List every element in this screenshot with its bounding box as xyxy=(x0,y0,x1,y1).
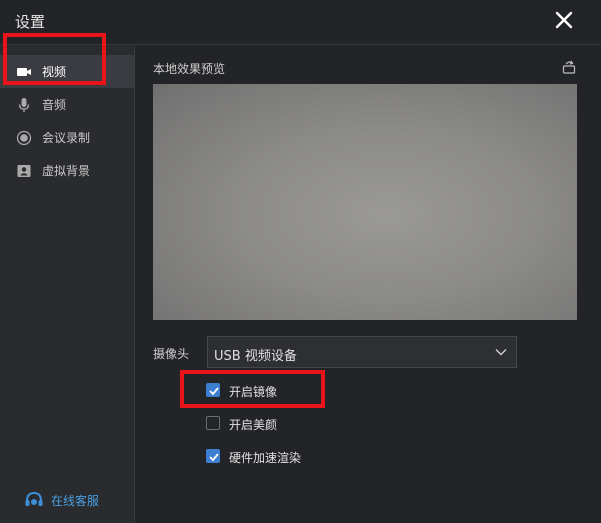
preview-title: 本地效果预览 xyxy=(153,62,226,76)
check-icon xyxy=(209,387,219,396)
hardware-acceleration-label[interactable]: 硬件加速渲染 xyxy=(229,449,301,466)
portrait-icon xyxy=(17,165,31,177)
title-bar: 设置 xyxy=(0,0,601,45)
sidebar-item-label: 会议录制 xyxy=(42,131,91,145)
mirror-label[interactable]: 开启镜像 xyxy=(229,383,277,400)
camera-label: 摄像头 xyxy=(153,347,190,361)
window-title: 设置 xyxy=(15,13,46,31)
online-support-label[interactable]: 在线客服 xyxy=(51,492,99,509)
camera-select[interactable]: USB 视频设备 xyxy=(207,336,517,368)
camera-select-value: USB 视频设备 xyxy=(214,349,297,364)
record-icon xyxy=(16,130,32,146)
hardware-acceleration-checkbox[interactable] xyxy=(206,449,220,463)
sidebar-item-recording[interactable]: 会议录制 xyxy=(0,121,134,154)
chevron-down-icon xyxy=(495,349,507,356)
close-button[interactable] xyxy=(550,6,578,34)
sidebar-item-virtual-background[interactable]: 虚拟背景 xyxy=(0,154,134,187)
close-icon[interactable] xyxy=(550,6,578,34)
sidebar-item-label: 虚拟背景 xyxy=(42,164,91,178)
headset-icon xyxy=(25,491,43,506)
sidebar-item-video[interactable]: 视频 xyxy=(0,55,134,88)
beauty-label[interactable]: 开启美颜 xyxy=(229,416,277,433)
mirror-checkbox[interactable] xyxy=(206,383,220,397)
microphone-icon xyxy=(18,98,30,112)
sidebar-item-audio[interactable]: 音频 xyxy=(0,88,134,121)
rotate-button[interactable] xyxy=(561,59,577,75)
sidebar-item-label: 视频 xyxy=(42,65,67,79)
beauty-checkbox[interactable] xyxy=(206,416,220,430)
sidebar: 视频 音频 会议录制 虚拟背景 在线客服 xyxy=(0,45,135,523)
check-icon xyxy=(209,453,219,462)
settings-window: 设置 视频 音频 会议录制 虚拟背景 在线客服 本地效果预览 摄像头 USB 视… xyxy=(0,0,601,523)
rotate-icon[interactable] xyxy=(561,59,577,75)
video-preview xyxy=(153,84,577,320)
video-camera-icon xyxy=(17,68,31,76)
sidebar-item-label: 音频 xyxy=(42,98,67,112)
